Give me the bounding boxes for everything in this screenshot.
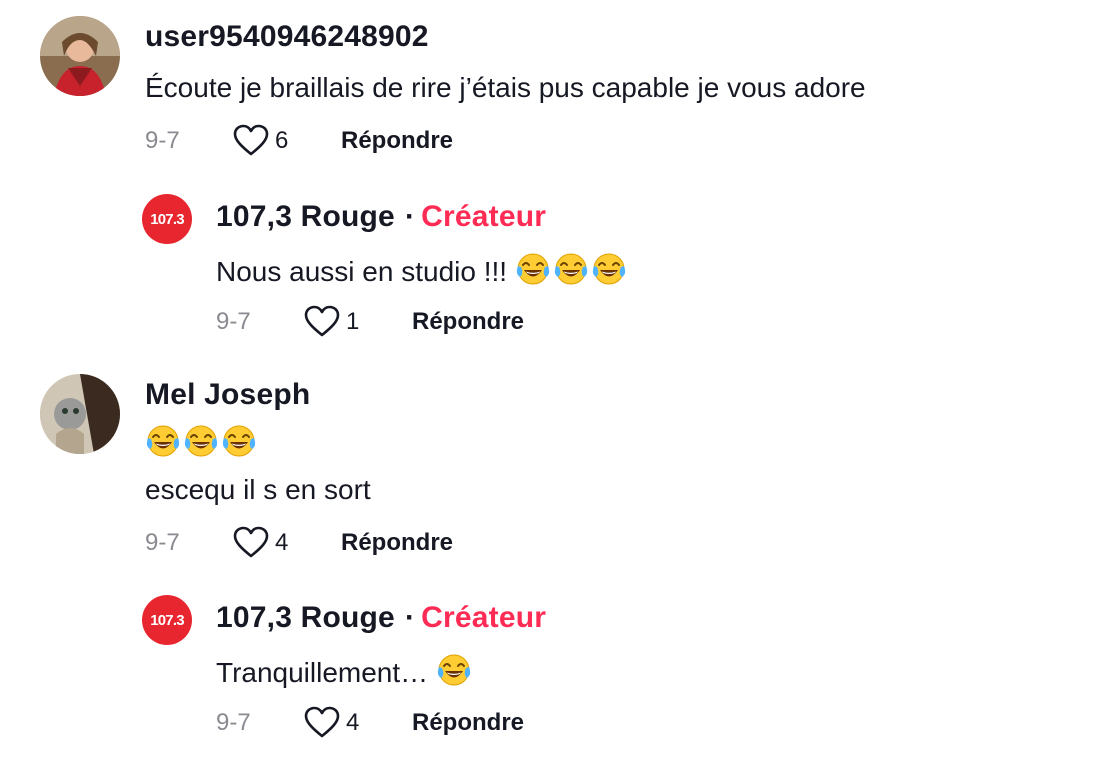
heart-outline-icon[interactable] (304, 304, 340, 340)
heart-outline-icon[interactable] (233, 525, 269, 561)
like-count: 4 (346, 709, 360, 736)
face-with-tears-of-joy-emoji (591, 252, 627, 288)
comment-date: 9-7 (145, 127, 180, 154)
comment-text-line: Tranquillement… (216, 653, 474, 689)
separator-dot: · (404, 601, 416, 634)
creator-badge: Créateur (421, 200, 547, 233)
comment-text: Nous aussi en studio !!! (216, 256, 508, 287)
avatar[interactable] (40, 16, 120, 96)
like-count: 6 (275, 127, 289, 154)
face-with-tears-of-joy-emoji (515, 252, 551, 288)
creator-avatar[interactable]: 107.3 (142, 194, 192, 244)
face-with-tears-of-joy-emoji (553, 252, 589, 288)
creator-avatar[interactable]: 107.3 (142, 595, 192, 645)
like-count: 4 (275, 529, 289, 556)
heart-outline-icon[interactable] (233, 123, 269, 159)
comment-username[interactable]: Mel Joseph (145, 378, 310, 412)
comment-username[interactable]: 107,3 Rouge (216, 601, 395, 634)
reply-username-line: 107,3 Rouge · Créateur (216, 601, 546, 635)
comment-text: Tranquillement… (216, 657, 429, 688)
creator-badge: Créateur (421, 601, 547, 634)
comment-date: 9-7 (145, 529, 180, 556)
comment-username[interactable]: user9540946248902 (145, 20, 429, 54)
reply-button[interactable]: Répondre (341, 127, 453, 155)
face-with-tears-of-joy-emoji (183, 424, 219, 460)
comment-username[interactable]: 107,3 Rouge (216, 200, 395, 233)
like-button[interactable]: 4 (233, 525, 341, 561)
comment-text: Écoute je braillais de rire j’étais pus … (145, 72, 866, 103)
like-count: 1 (346, 308, 360, 335)
comment-text-line: Nous aussi en studio !!! (216, 252, 629, 288)
like-button[interactable]: 4 (304, 705, 412, 741)
comment-meta: 9-7 1 Répondre (216, 302, 524, 342)
comment-date: 9-7 (216, 709, 251, 736)
reply-button[interactable]: Répondre (412, 709, 524, 737)
face-with-tears-of-joy-emoji (221, 424, 257, 460)
face-with-tears-of-joy-emoji (436, 653, 472, 689)
comment-meta: 9-7 4 Répondre (145, 523, 453, 563)
comment-meta: 9-7 6 Répondre (145, 121, 453, 161)
separator-dot: · (404, 200, 416, 233)
reply-button[interactable]: Répondre (412, 308, 524, 336)
like-button[interactable]: 1 (304, 304, 412, 340)
heart-outline-icon[interactable] (304, 705, 340, 741)
avatar[interactable] (40, 374, 120, 454)
comment-date: 9-7 (216, 308, 251, 335)
comment-text: escequ il s en sort (145, 474, 371, 505)
emoji-line (145, 424, 259, 460)
face-with-tears-of-joy-emoji (145, 424, 181, 460)
like-button[interactable]: 6 (233, 123, 341, 159)
reply-username-line: 107,3 Rouge · Créateur (216, 200, 546, 234)
comment-meta: 9-7 4 Répondre (216, 703, 524, 743)
reply-button[interactable]: Répondre (341, 529, 453, 557)
